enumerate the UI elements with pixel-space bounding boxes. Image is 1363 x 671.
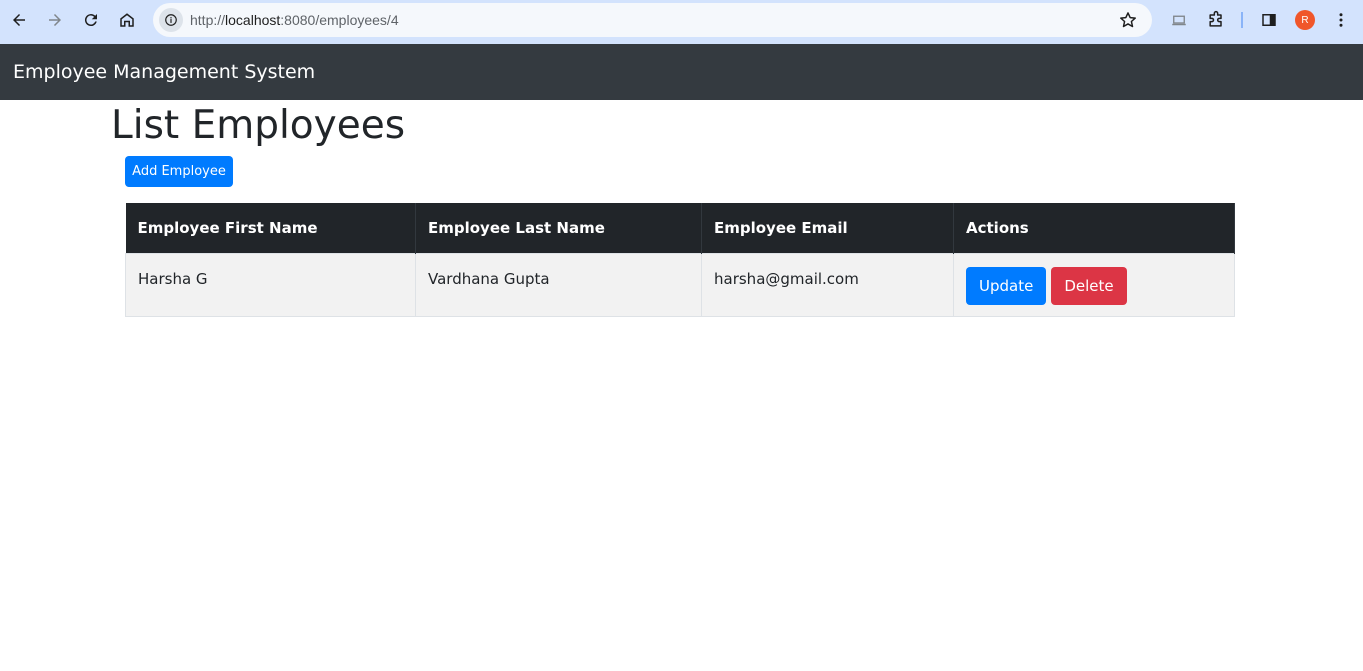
column-header-last-name: Employee Last Name <box>415 203 702 253</box>
bookmark-star-icon[interactable] <box>1118 10 1138 30</box>
home-icon <box>120 13 134 27</box>
cast-button[interactable] <box>1168 9 1190 31</box>
cell-first-name: Harsha G <box>125 252 416 317</box>
site-info-button[interactable] <box>159 8 183 32</box>
address-bar[interactable]: http://localhost:8080/employees/4 <box>153 3 1152 37</box>
delete-button[interactable]: Delete <box>1051 266 1127 305</box>
employee-table: Employee First Name Employee Last Name E… <box>125 203 1235 317</box>
profile-avatar[interactable]: R <box>1295 10 1315 30</box>
add-employee-button[interactable]: Add Employee <box>125 156 233 187</box>
info-icon <box>165 14 177 26</box>
reload-icon <box>84 14 97 27</box>
app-title[interactable]: Employee Management System <box>13 61 315 83</box>
update-button[interactable]: Update <box>966 266 1047 305</box>
column-header-first-name: Employee First Name <box>125 203 416 253</box>
cell-actions: Update Delete <box>953 252 1235 317</box>
cell-email: harsha@gmail.com <box>701 252 954 317</box>
home-button[interactable] <box>113 6 141 34</box>
table-header-row: Employee First Name Employee Last Name E… <box>125 203 1235 253</box>
arrow-left-icon <box>13 14 25 26</box>
browser-toolbar: http://localhost:8080/employees/4 R <box>0 0 1363 44</box>
side-panel-icon <box>1262 14 1276 26</box>
url-scheme: http:// <box>190 12 226 28</box>
reload-button[interactable] <box>77 6 105 34</box>
laptop-icon <box>1172 15 1186 26</box>
app-navbar: Employee Management System <box>0 44 1363 100</box>
puzzle-icon <box>1209 10 1222 27</box>
page-title: List Employees <box>111 103 406 148</box>
forward-button[interactable] <box>41 6 69 34</box>
url-path: :8080/employees/4 <box>280 12 399 28</box>
kebab-menu-icon <box>1339 13 1343 27</box>
back-button[interactable] <box>5 6 33 34</box>
column-header-email: Employee Email <box>701 203 954 253</box>
url-text: http://localhost:8080/employees/4 <box>190 12 399 28</box>
cell-last-name: Vardhana Gupta <box>415 252 702 317</box>
extensions-button[interactable] <box>1205 9 1227 31</box>
side-panel-button[interactable] <box>1258 9 1280 31</box>
column-header-actions: Actions <box>953 203 1235 253</box>
toolbar-divider <box>1241 12 1243 28</box>
table-row: Harsha G Vardhana Gupta harsha@gmail.com… <box>125 252 1235 317</box>
url-host: localhost <box>225 12 281 28</box>
menu-button[interactable] <box>1330 9 1352 31</box>
arrow-right-icon <box>49 14 61 26</box>
